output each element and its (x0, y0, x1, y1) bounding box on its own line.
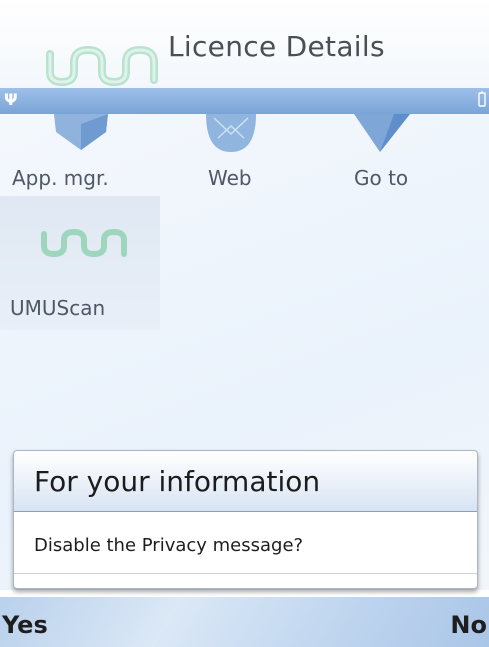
signal-icon: Ψ (4, 90, 18, 109)
dialog-header: For your information (14, 451, 477, 512)
title-bar: Licence Details (0, 0, 489, 88)
dialog-title: For your information (34, 465, 321, 498)
app-label: App. mgr. (12, 166, 109, 190)
softkey-bar: Yes No (0, 597, 489, 647)
globe-icon (206, 114, 256, 152)
info-dialog: For your information Disable the Privacy… (13, 450, 478, 589)
dialog-message: Disable the Privacy message? (34, 535, 304, 556)
app-label: Go to (354, 166, 409, 190)
battery-icon (478, 91, 486, 107)
umu-logo-icon (41, 228, 127, 258)
status-bar: Ψ (0, 88, 489, 114)
umu-logo-icon (46, 45, 158, 86)
window-title: Licence Details (168, 30, 385, 63)
dialog-divider (14, 573, 477, 574)
yes-softkey[interactable]: Yes (2, 611, 48, 639)
app-manager-icon (54, 114, 108, 150)
no-softkey[interactable]: No (450, 611, 487, 639)
goto-icon (354, 114, 410, 152)
app-label: UMUScan (10, 296, 106, 320)
app-label: Web (208, 166, 252, 190)
